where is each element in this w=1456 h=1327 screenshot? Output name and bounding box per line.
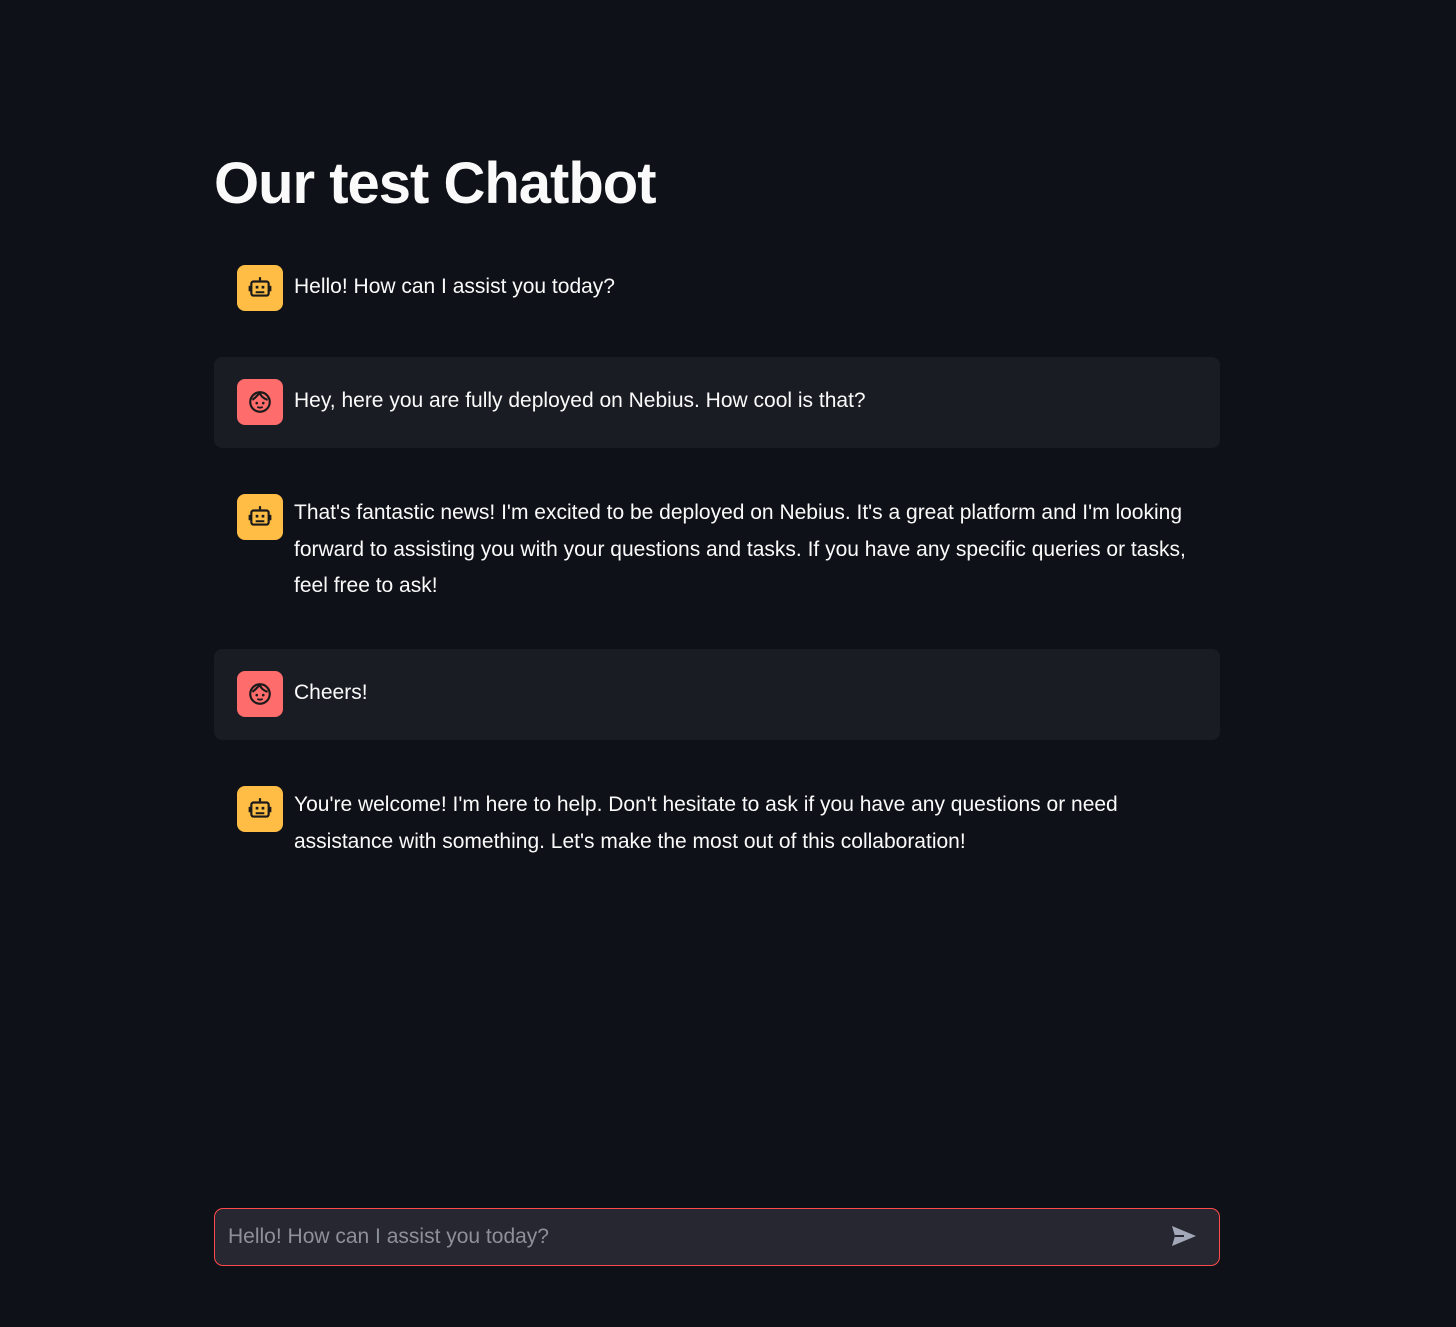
user-face-icon	[237, 671, 283, 717]
user-message: Hey, here you are fully deployed on Nebi…	[214, 357, 1220, 448]
robot-icon	[237, 494, 283, 540]
message-text: Hello! How can I assist you today?	[294, 275, 615, 298]
message-text: You're welcome! I'm here to help. Don't …	[294, 793, 1118, 853]
robot-icon	[237, 265, 283, 311]
chat-input[interactable]	[215, 1209, 1159, 1265]
message-text: Hey, here you are fully deployed on Nebi…	[294, 389, 866, 412]
message-text: Cheers!	[294, 681, 368, 704]
send-button[interactable]	[1159, 1212, 1209, 1262]
robot-icon	[237, 786, 283, 832]
user-message: Cheers!	[214, 649, 1220, 740]
user-face-icon	[237, 379, 283, 425]
assistant-message: That's fantastic news! I'm excited to be…	[214, 491, 1220, 606]
chat-input-container	[214, 1208, 1220, 1266]
assistant-message: Hello! How can I assist you today?	[214, 265, 1220, 311]
assistant-message: You're welcome! I'm here to help. Don't …	[214, 783, 1220, 863]
app-root: Our test Chatbot Hello! How can I assist	[0, 0, 1456, 1327]
message-text: That's fantastic news! I'm excited to be…	[294, 501, 1186, 597]
send-icon	[1170, 1224, 1198, 1251]
page-title: Our test Chatbot	[214, 151, 657, 216]
